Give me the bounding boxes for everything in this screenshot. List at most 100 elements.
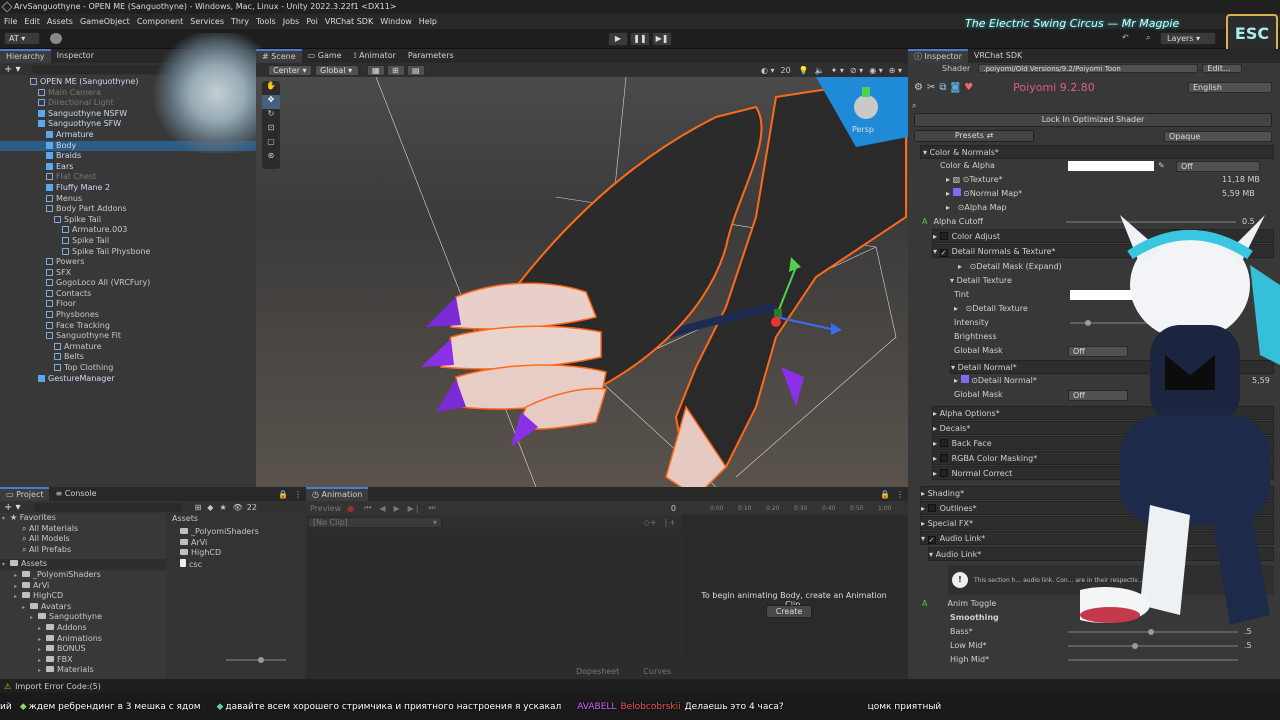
expand-arrow-icon[interactable]: ▸ [14, 571, 22, 582]
menu-item-gameobject[interactable]: GameObject [80, 14, 130, 29]
cloud-icon[interactable] [50, 33, 62, 44]
menu-item-tools[interactable]: Tools [256, 14, 276, 29]
clip-dropdown[interactable]: [No Clip] ▾ [308, 516, 442, 528]
project-folder-item[interactable]: ▸ Sanguothyne [0, 612, 166, 623]
assets-header[interactable]: ▾ Assets [0, 559, 166, 570]
icon-size-slider[interactable] [226, 657, 286, 663]
hierarchy-item[interactable]: GestureManager [0, 374, 256, 385]
hierarchy-item[interactable]: Contacts [0, 289, 256, 300]
eyedropper-icon[interactable]: ✎ [1158, 159, 1165, 173]
status-message[interactable]: Import Error Code:(5) [15, 682, 101, 691]
camera-icon[interactable]: ◉ ▾ [869, 66, 883, 75]
hierarchy-item[interactable]: Powers [0, 257, 256, 268]
color-adjust-checkbox[interactable] [939, 232, 948, 240]
animation-menu-icon[interactable]: ⋮ [896, 490, 904, 499]
animation-lock-icon[interactable]: 🔒 [880, 490, 890, 499]
menu-item-poi[interactable]: Poi [306, 14, 318, 29]
timeline-ruler[interactable]: 0:00 0:10 0:20 0:30 0:40 0:50 1:00 [682, 501, 908, 515]
tab-scene[interactable]: # Scene [256, 49, 302, 63]
menu-item-jobs[interactable]: Jobs [283, 14, 300, 29]
menu-item-vrchat-sdk[interactable]: VRChat SDK [325, 14, 373, 29]
tab-inspector[interactable]: ⓘ Inspector [908, 49, 968, 63]
hierarchy-item[interactable]: Armature.003 [0, 225, 256, 236]
project-folder-item[interactable]: ▸ _PolyomiShaders [0, 570, 166, 581]
increment-snap-icon[interactable]: ▤ [407, 64, 425, 76]
create-icon[interactable]: + ▾ [4, 502, 21, 513]
heart-icon[interactable]: ♥ [964, 82, 973, 93]
tab-vrchat-sdk[interactable]: VRChat SDK [968, 49, 1028, 63]
section-color-normals[interactable]: ▾ Color & Normals* [920, 145, 1274, 159]
hierarchy-item[interactable]: Body Part Addons [0, 204, 256, 215]
hierarchy-item[interactable]: Belts [0, 352, 256, 363]
tab-project[interactable]: ▭ Project [0, 487, 50, 501]
edit-shader-button[interactable]: Edit... [1202, 63, 1243, 73]
expand-arrow-icon[interactable]: ▸ [38, 666, 46, 677]
prev-key-icon[interactable]: ◀ [379, 504, 385, 513]
texture-thumb-icon[interactable]: ▨ [953, 175, 961, 184]
pivot-dropdown[interactable]: Center ▾ [268, 64, 312, 76]
project-file-item[interactable]: csc [180, 558, 306, 570]
transform-tool-icon[interactable]: ⊛ [262, 151, 280, 165]
menu-item-help[interactable]: Help [419, 14, 437, 29]
hierarchy-item[interactable]: Armature [0, 342, 256, 353]
hierarchy-item[interactable]: Menus [0, 194, 256, 205]
rect-tool-icon[interactable]: ▢ [262, 137, 280, 151]
project-folder-item[interactable]: ▸ HighCD [0, 591, 166, 602]
audio-link-checkbox[interactable]: ✓ [927, 536, 936, 544]
filter-type-icon[interactable]: ⊞ [195, 503, 202, 512]
expand-arrow-icon[interactable]: ▸ [22, 603, 30, 614]
settings-gear-icon[interactable]: ⚙ [914, 82, 923, 93]
tab-animation[interactable]: ◷ Animation [306, 487, 369, 501]
hierarchy-item[interactable]: Spike Tail [0, 215, 256, 226]
persp-label[interactable]: Persp [852, 125, 874, 134]
scene-viewport[interactable]: ✋ ✥ ↻ ⊡ ▢ ⊛ Persp [256, 77, 908, 487]
color-swatch[interactable] [1068, 161, 1154, 171]
move-tool-icon[interactable]: ✥ [262, 95, 280, 109]
space-dropdown[interactable]: Global ▾ [315, 64, 359, 76]
low-mid-slider[interactable] [1068, 643, 1238, 649]
last-key-icon[interactable]: ⏭ [429, 503, 436, 513]
project-folder-item[interactable]: ▸ FBX [0, 655, 166, 666]
hierarchy-item[interactable]: Spike Tail Physbone [0, 247, 256, 258]
project-folder-item[interactable]: ▸ ArVi [0, 581, 166, 592]
timeline-area[interactable]: To begin animating Body, create an Anima… [682, 515, 908, 659]
tab-animator[interactable]: ⟟ Animator [348, 49, 402, 63]
detail-texture-label[interactable]: Detail Texture [972, 304, 1027, 313]
tools-icon[interactable]: ✂ [927, 82, 935, 93]
record-icon[interactable]: ● [347, 504, 354, 513]
step-button[interactable]: ▶❚ [652, 32, 672, 46]
detail-normal-thumb-icon[interactable] [960, 375, 969, 383]
tab-parameters[interactable]: Parameters [402, 49, 460, 63]
menu-item-file[interactable]: File [4, 14, 17, 29]
lighting-icon[interactable]: 💡 [799, 66, 809, 75]
project-file-item[interactable]: HighCD [180, 548, 306, 559]
favorites-header[interactable]: ▾ ★ Favorites [0, 513, 166, 524]
menu-item-thry[interactable]: Thry [231, 14, 249, 29]
hierarchy-item[interactable]: Sanguothyne Fit [0, 331, 256, 342]
tab-inspector-left[interactable]: Inspector [51, 49, 100, 63]
favorite-item[interactable]: ⌕ All Prefabs [0, 545, 166, 556]
dopesheet-tab[interactable]: Dopesheet [576, 667, 619, 676]
project-folder-item[interactable]: ▸ Addons [0, 623, 166, 634]
history-icon[interactable]: ↶ [1122, 33, 1134, 44]
snap-icon[interactable]: ⊞ [387, 64, 405, 76]
hierarchy-item[interactable]: Flat Chest [0, 172, 256, 183]
favorite-item[interactable]: ⌕ All Materials [0, 524, 166, 535]
hierarchy-item[interactable]: Top Clothing [0, 363, 256, 374]
menu-item-edit[interactable]: Edit [24, 14, 40, 29]
discord-icon[interactable]: ◙ [951, 82, 961, 93]
create-clip-button[interactable]: Create [766, 605, 812, 618]
menu-item-window[interactable]: Window [380, 14, 412, 29]
hand-tool-icon[interactable]: ✋ [262, 81, 280, 95]
pause-button[interactable]: ❚❚ [630, 32, 650, 46]
project-folder-item[interactable]: ▸ Animations [0, 634, 166, 645]
high-mid-slider[interactable] [1068, 659, 1238, 661]
hidden-objects-icon[interactable]: ⊘ ▾ [850, 66, 863, 75]
filter-star-icon[interactable]: ★ [219, 503, 226, 512]
rotate-tool-icon[interactable]: ↻ [262, 109, 280, 123]
menu-item-component[interactable]: Component [137, 14, 183, 29]
preview-toggle[interactable]: Preview [310, 504, 341, 513]
curves-tab[interactable]: Curves [643, 667, 671, 676]
hierarchy-item[interactable]: Fluffy Mane 2 [0, 183, 256, 194]
shader-dropdown[interactable]: .poiyomi/Old Versions/9.2/Poiyomi Toon [978, 63, 1199, 73]
